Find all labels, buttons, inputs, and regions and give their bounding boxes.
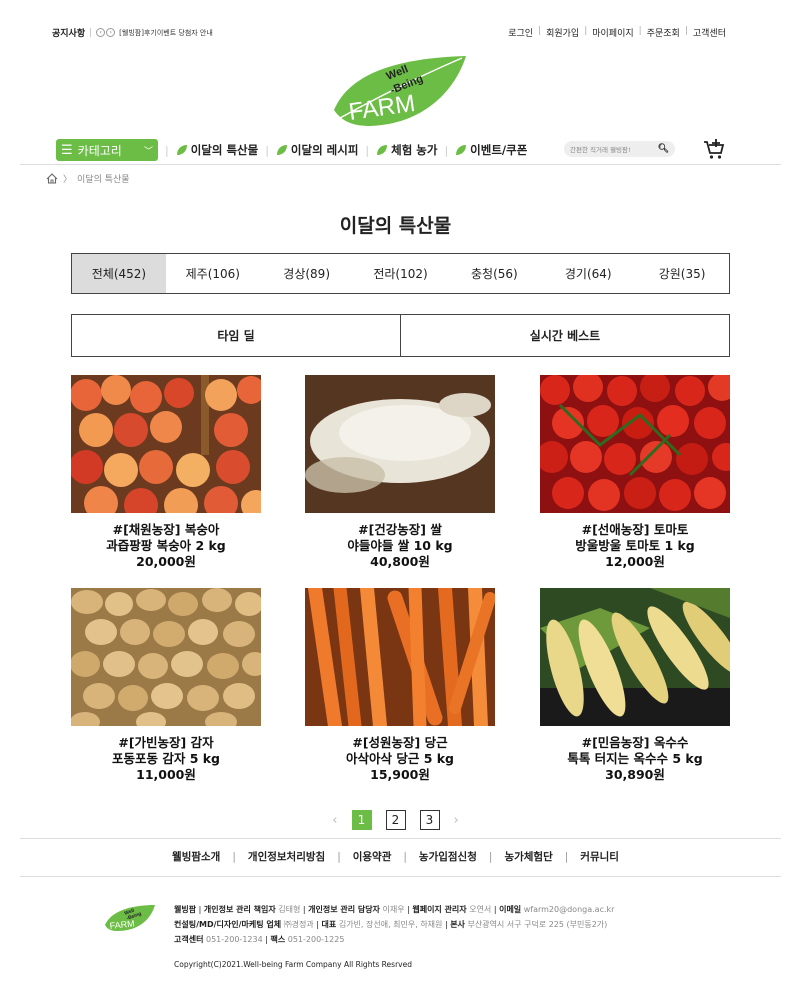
notice-prev-icon[interactable]: ‹ xyxy=(96,28,106,37)
site-logo[interactable]: Well -Being FARM xyxy=(330,52,470,130)
product-image-corn[interactable] xyxy=(540,588,742,726)
product-card[interactable]: #[가빈농장] 감자 포동포동 감자 5 kg 11,000원 xyxy=(70,588,268,783)
page-3-button[interactable]: 3 xyxy=(419,810,440,830)
page-1-button[interactable]: 1 xyxy=(351,810,372,830)
footer-link-terms[interactable]: 이용약관 xyxy=(353,849,392,864)
product-card[interactable]: #[민음농장] 옥수수 톡톡 터지는 옥수수 5 kg 30,890원 xyxy=(540,588,742,783)
leaf-icon xyxy=(456,145,467,155)
footer-email[interactable]: wfarm20@donga.ac.kr xyxy=(524,905,615,914)
product-desc: 포동포동 감자 5 kg xyxy=(111,751,220,766)
deal-tabs: 타임 딜 실시간 베스트 xyxy=(71,314,730,357)
region-tab-gyeonggi[interactable]: 경기(64) xyxy=(541,254,635,293)
product-price: 11,000원 xyxy=(136,767,196,782)
next-page-icon[interactable]: › xyxy=(454,813,459,828)
nav-item-specialties[interactable]: 이달의 특산물 xyxy=(176,142,258,158)
notice-text[interactable]: [웰빙팜]후기이벤트 당첨자 안내 xyxy=(119,28,213,38)
footer-logo: Well -Being FARM xyxy=(105,905,155,931)
product-desc: 과즙팡팡 복숭아 2 kg xyxy=(106,538,226,553)
footer-link-experience-group[interactable]: 농가체험단 xyxy=(504,849,552,864)
mypage-link[interactable]: 마이페이지 xyxy=(587,26,638,39)
footer-link-about[interactable]: 웰빙팜소개 xyxy=(172,849,220,864)
search-placeholder: 간편한 직거래 웰빙팜! xyxy=(570,146,631,154)
footer-link-community[interactable]: 커뮤니티 xyxy=(580,849,619,864)
product-title[interactable]: #[민음농장] 옥수수 xyxy=(540,735,730,751)
customer-center-link[interactable]: 고객센터 xyxy=(688,26,731,39)
product-card[interactable]: #[성원농장] 당근 아삭아삭 당근 5 kg 15,900원 xyxy=(305,581,496,783)
breadcrumb-current[interactable]: 이달의 특산물 xyxy=(77,172,130,185)
product-price: 15,900원 xyxy=(370,767,430,782)
leaf-icon xyxy=(276,145,287,155)
menu-icon: ☰ xyxy=(61,142,73,158)
order-lookup-link[interactable]: 주문조회 xyxy=(642,26,685,39)
nav-item-events[interactable]: 이벤트/쿠폰 xyxy=(455,142,527,158)
tab-time-deal[interactable]: 타임 딜 xyxy=(72,315,400,356)
product-desc: 방울방울 토마토 1 kg xyxy=(575,538,695,553)
chevron-down-icon: ﹀ xyxy=(143,146,153,157)
product-card[interactable]: #[선애농장] 토마토 방울방울 토마토 1 kg 12,000원 xyxy=(536,372,740,570)
product-card[interactable]: #[채원농장] 복숭아 과즙팡팡 복숭아 2 kg 20,000원 xyxy=(69,375,271,570)
copyright: Copyright(C)2021.Well-being Farm Company… xyxy=(174,960,412,969)
region-filter: 전체(452) 제주(106) 경상(89) 전라(102) 충청(56) 경기… xyxy=(71,253,730,294)
search-input[interactable]: 간편한 직거래 웰빙팜! 🔍︎ xyxy=(564,141,675,157)
product-price: 12,000원 xyxy=(605,554,665,569)
product-image-peach[interactable] xyxy=(69,375,271,522)
product-price: 20,000원 xyxy=(136,554,196,569)
product-image-potato[interactable] xyxy=(70,588,268,732)
login-link[interactable]: 로그인 xyxy=(503,26,538,39)
pagination: ‹ 1 2 3 › xyxy=(0,810,791,830)
breadcrumb: 〉 이달의 특산물 xyxy=(46,172,130,185)
product-title[interactable]: #[건강농장] 쌀 xyxy=(305,522,495,538)
product-image-carrot[interactable] xyxy=(305,581,496,733)
svg-text:FARM: FARM xyxy=(109,918,135,931)
page-title: 이달의 특산물 xyxy=(339,215,452,237)
footer-divider xyxy=(20,876,781,877)
utility-links: 로그인 | 회원가입 | 마이페이지 | 주문조회 | 고객센터 xyxy=(503,26,731,39)
region-tab-jeju[interactable]: 제주(106) xyxy=(166,254,260,293)
product-price: 30,890원 xyxy=(605,767,665,782)
product-title[interactable]: #[선애농장] 토마토 xyxy=(540,522,730,538)
breadcrumb-separator-icon: 〉 xyxy=(63,175,73,185)
notice-ticker: 공지사항 | ‹ › [웰빙팜]후기이벤트 당첨자 안내 xyxy=(52,27,213,40)
product-desc: 야들야들 쌀 10 kg xyxy=(347,538,453,553)
region-tab-gangwon[interactable]: 강원(35) xyxy=(635,254,729,293)
top-utility-bar: 공지사항 | ‹ › [웰빙팜]후기이벤트 당첨자 안내 로그인 | 회원가입 | … xyxy=(52,26,731,40)
product-price: 40,800원 xyxy=(370,554,430,569)
home-icon[interactable] xyxy=(46,173,58,184)
region-tab-chungcheong[interactable]: 충청(56) xyxy=(447,254,541,293)
region-tab-jeolla[interactable]: 전라(102) xyxy=(354,254,448,293)
region-tab-all[interactable]: 전체(452) xyxy=(72,254,166,293)
header-divider xyxy=(20,164,781,165)
notice-label: 공지사항 xyxy=(52,29,86,39)
region-tab-gyeongsang[interactable]: 경상(89) xyxy=(260,254,354,293)
product-image-tomato[interactable] xyxy=(536,372,740,513)
nav-item-farm-experience[interactable]: 체험 농가 xyxy=(376,142,437,158)
prev-page-icon[interactable]: ‹ xyxy=(332,813,337,828)
footer-company-info: 웰빙팜 | 개인정보 관리 책임자 김태형 | 개인정보 관리 담당자 이재우 … xyxy=(174,905,615,944)
product-desc: 톡톡 터지는 옥수수 5 kg xyxy=(567,751,703,766)
main-nav: ☰ 카테고리 ﹀ | 이달의 특산물 | 이달의 레시피 | 체험 농가 | 이… xyxy=(56,138,735,162)
footer-link-privacy[interactable]: 개인정보처리방침 xyxy=(248,849,325,864)
leaf-icon xyxy=(176,145,187,155)
footer-link-farm-apply[interactable]: 농가입점신청 xyxy=(419,849,477,864)
product-desc: 아삭아삭 당근 5 kg xyxy=(345,751,454,766)
footer-links: 웰빙팜소개 | 개인정보처리방침 | 이용약관 | 농가입점신청 | 농가체험단… xyxy=(172,849,619,864)
product-card[interactable]: #[건강농장] 쌀 야들야들 쌀 10 kg 40,800원 xyxy=(305,375,495,570)
footer-top-divider xyxy=(20,838,781,839)
product-title[interactable]: #[가빈농장] 감자 xyxy=(71,735,261,751)
notice-next-icon[interactable]: › xyxy=(106,28,116,37)
category-button[interactable]: ☰ 카테고리 ﹀ xyxy=(56,139,158,161)
tab-realtime-best[interactable]: 실시간 베스트 xyxy=(400,315,729,356)
cart-icon[interactable] xyxy=(703,138,725,160)
signup-link[interactable]: 회원가입 xyxy=(541,26,584,39)
product-title[interactable]: #[성원농장] 당근 xyxy=(305,735,495,751)
product-image-rice[interactable] xyxy=(305,375,495,513)
leaf-icon xyxy=(377,145,388,155)
page-2-button[interactable]: 2 xyxy=(385,810,406,830)
nav-item-recipes[interactable]: 이달의 레시피 xyxy=(276,142,358,158)
category-label: 카테고리 xyxy=(77,143,122,158)
search-icon[interactable]: 🔍︎ xyxy=(658,144,669,154)
product-title[interactable]: #[채원농장] 복숭아 xyxy=(71,522,261,538)
